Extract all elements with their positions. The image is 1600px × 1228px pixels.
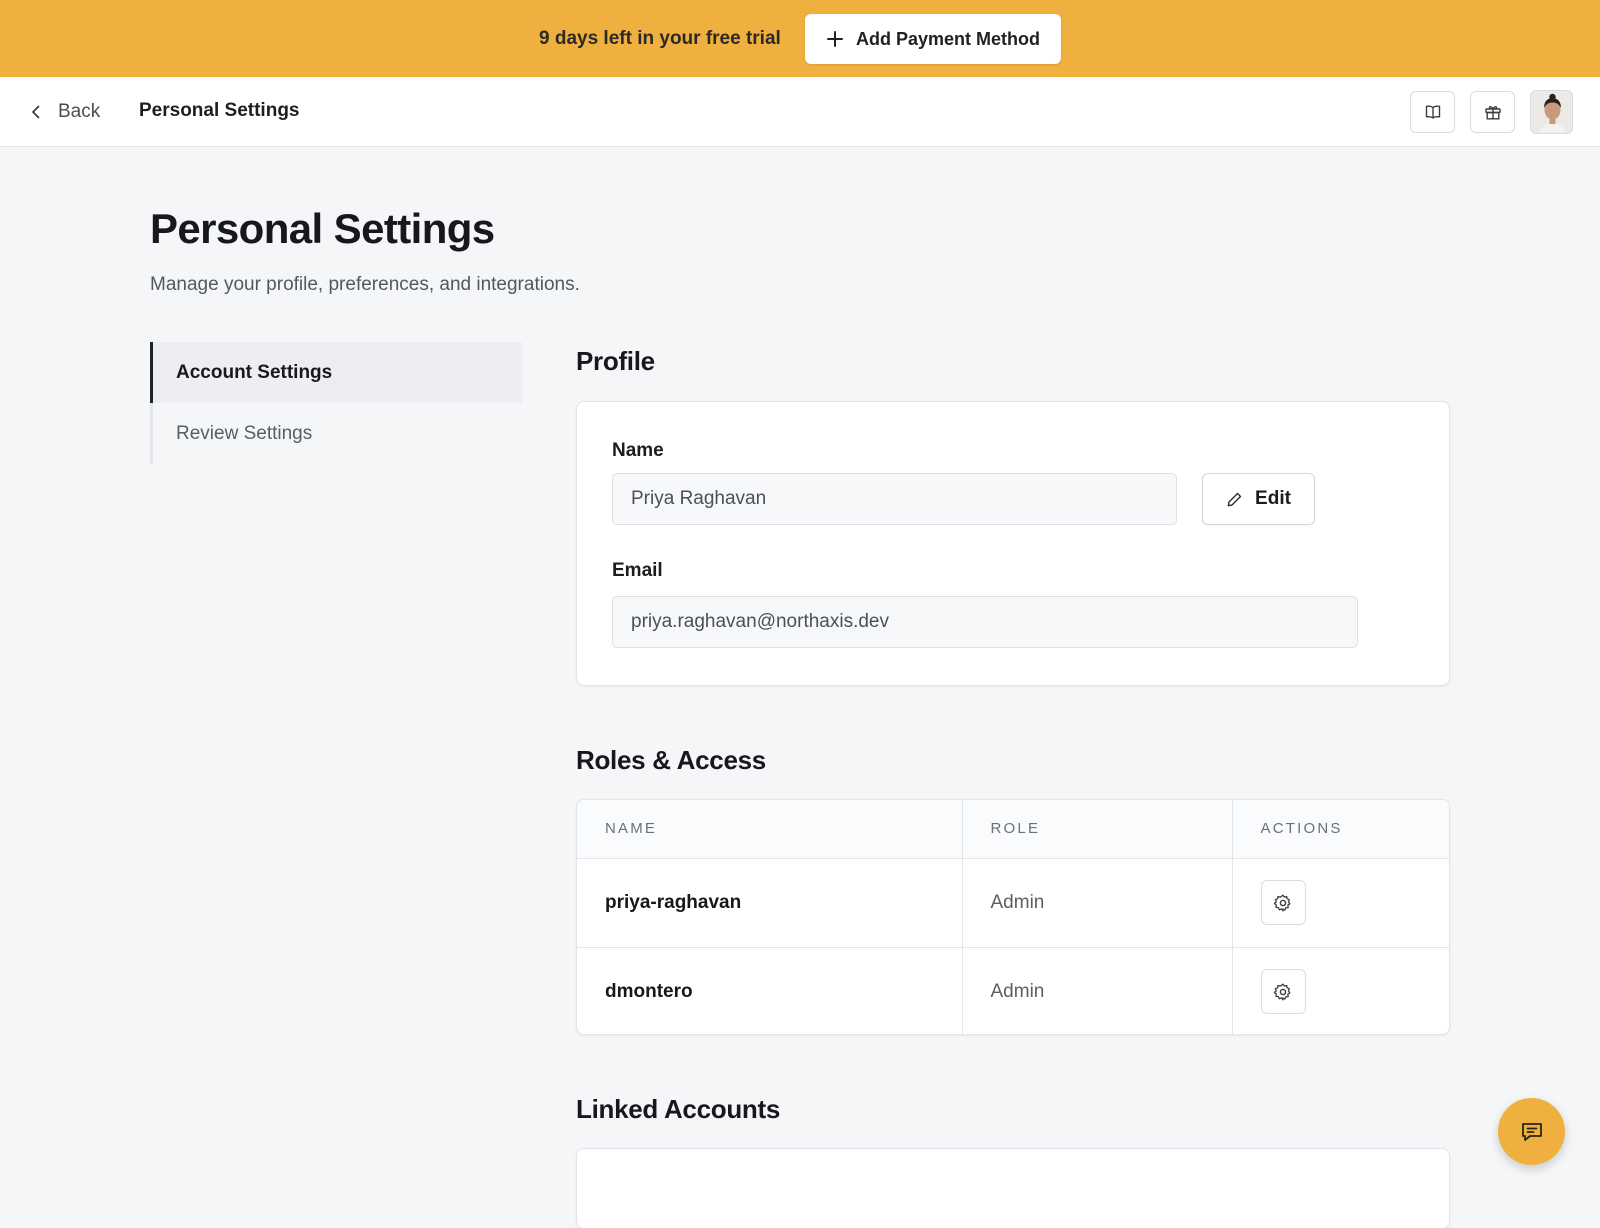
back-button[interactable]: Back	[28, 99, 100, 125]
trial-banner: 9 days left in your free trial Add Payme…	[0, 0, 1600, 77]
email-label: Email	[612, 560, 663, 581]
table-header-row: NAME ROLE ACTIONS	[577, 800, 1449, 859]
row-role: Admin	[961, 858, 1232, 948]
trial-banner-text: 9 days left in your free trial	[539, 28, 781, 49]
edit-label: Edit	[1255, 488, 1291, 509]
table-row: dmontero Admin	[577, 947, 1449, 1034]
plus-icon	[826, 31, 843, 47]
gear-icon	[1273, 983, 1291, 1001]
chat-icon	[1521, 1122, 1542, 1141]
edit-name-button[interactable]: Edit	[1202, 473, 1315, 525]
book-icon	[1425, 105, 1440, 119]
row-username: priya-raghavan	[577, 858, 962, 948]
add-payment-method-label: Add Payment Method	[855, 28, 1040, 49]
back-label: Back	[58, 101, 101, 122]
column-header-role: ROLE	[961, 800, 1232, 859]
nav-title: Personal Settings	[139, 100, 300, 121]
roles-heading: Roles & Access	[576, 745, 766, 775]
row-username: dmontero	[605, 980, 693, 1002]
page-subtitle: Manage your profile, preferences, and in…	[150, 274, 580, 295]
chat-support-button[interactable]	[1498, 1098, 1565, 1165]
row-role: Admin	[961, 947, 1232, 1034]
side-item-label: Account Settings	[176, 361, 333, 383]
roles-card: NAME ROLE ACTIONS priya-raghavan Admin d…	[576, 799, 1450, 1035]
email-input[interactable]	[612, 596, 1358, 648]
user-avatar[interactable]	[1530, 90, 1573, 134]
role-settings-button[interactable]	[1260, 969, 1306, 1015]
role-settings-button[interactable]	[1260, 880, 1306, 925]
gift-button[interactable]	[1470, 91, 1515, 133]
side-item-review-settings[interactable]: Review Settings	[153, 403, 522, 464]
profile-card: Name Edit Email	[576, 401, 1450, 686]
column-header-actions: ACTIONS	[1231, 800, 1449, 859]
row-actions	[1231, 858, 1449, 948]
name-label: Name	[612, 440, 664, 461]
pencil-icon	[1227, 492, 1242, 506]
add-payment-method-button[interactable]: Add Payment Method	[805, 14, 1061, 64]
table-row: priya-raghavan Admin	[577, 858, 1449, 948]
settings-side-menu: Account Settings Review Settings	[150, 342, 522, 464]
side-item-account-settings[interactable]: Account Settings	[150, 342, 522, 403]
gear-icon	[1273, 894, 1291, 911]
top-nav: Back Personal Settings	[0, 77, 1600, 147]
chevron-left-icon	[32, 105, 40, 119]
column-header-name: NAME	[577, 800, 962, 859]
linked-accounts-card	[576, 1148, 1450, 1228]
roles-table: NAME ROLE ACTIONS priya-raghavan Admin d…	[577, 800, 1449, 1034]
linked-accounts-heading: Linked Accounts	[576, 1094, 781, 1124]
avatar-portrait-icon	[1531, 91, 1572, 133]
gift-icon	[1484, 106, 1501, 120]
side-item-label: Review Settings	[176, 422, 313, 444]
page-title: Personal Settings	[150, 205, 495, 252]
docs-button[interactable]	[1410, 91, 1455, 133]
name-input[interactable]	[612, 473, 1177, 525]
row-actions	[1231, 947, 1449, 1034]
profile-heading: Profile	[576, 346, 655, 376]
